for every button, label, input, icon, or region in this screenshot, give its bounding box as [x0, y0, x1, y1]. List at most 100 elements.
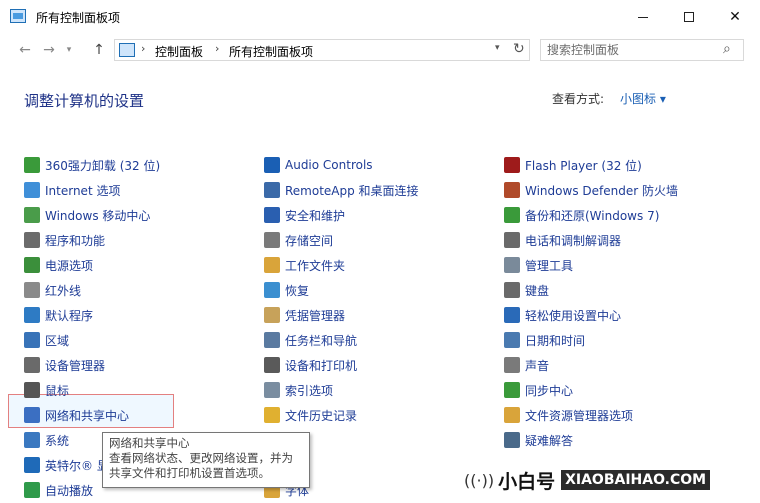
- tooltip-line: 共享文件和打印机设置首选项。: [109, 466, 270, 480]
- system-icon: [24, 432, 40, 448]
- item-label: 凭据管理器: [285, 308, 346, 323]
- flash-icon: [504, 157, 520, 173]
- item-label: 区域: [45, 333, 70, 348]
- control-panel-item[interactable]: Windows Defender 防火墙: [504, 180, 678, 200]
- credential-icon: [264, 307, 280, 323]
- search-box[interactable]: ⌕: [540, 39, 744, 61]
- close-button[interactable]: ✕: [712, 0, 758, 34]
- control-panel-item[interactable]: 管理工具: [504, 255, 573, 275]
- control-panel-item[interactable]: 日期和时间: [504, 330, 585, 350]
- item-label: Windows 移动中心: [45, 208, 151, 223]
- search-icon[interactable]: ⌕: [723, 41, 731, 57]
- hp-audio-icon: [264, 157, 280, 173]
- control-panel-item[interactable]: 轻松使用设置中心: [504, 305, 621, 325]
- item-label: 轻松使用设置中心: [525, 308, 622, 323]
- item-label: 自动播放: [45, 483, 94, 498]
- control-panel-item[interactable]: 系统: [24, 430, 69, 450]
- back-arrow-icon: ←: [19, 42, 31, 58]
- control-panel-item[interactable]: 电源选项: [24, 255, 93, 275]
- work-folders-icon: [264, 257, 280, 273]
- control-panel-item[interactable]: 默认程序: [24, 305, 93, 325]
- network-icon: [24, 407, 40, 423]
- minimize-button[interactable]: [620, 0, 666, 34]
- control-panel-item[interactable]: 红外线: [24, 280, 81, 300]
- security-flag-icon: [264, 207, 280, 223]
- tooltip-line: 查看网络状态、更改网络设置，并为: [109, 451, 293, 465]
- scrollbar[interactable]: [752, 120, 760, 500]
- explorer-options-icon: [504, 407, 520, 423]
- forward-button[interactable]: →: [38, 40, 60, 60]
- item-label: 索引选项: [285, 383, 334, 398]
- control-panel-item[interactable]: 英特尔® 显: [24, 455, 109, 475]
- control-panel-item[interactable]: 自动播放: [24, 480, 93, 500]
- control-panel-item[interactable]: 声音: [504, 355, 549, 375]
- tooltip: 网络和共享中心 查看网络状态、更改网络设置，并为 共享文件和打印机设置首选项。: [102, 432, 310, 488]
- taskbar-icon: [264, 332, 280, 348]
- back-button[interactable]: ←: [14, 40, 36, 60]
- region-icon: [24, 332, 40, 348]
- item-label: 日期和时间: [525, 333, 586, 348]
- control-panel-item[interactable]: Flash Player (32 位): [504, 155, 642, 175]
- control-panel-item[interactable]: 区域: [24, 330, 69, 350]
- item-label: 键盘: [525, 283, 550, 298]
- control-panel-item[interactable]: 鼠标: [24, 380, 69, 400]
- device-manager-icon: [24, 357, 40, 373]
- item-label: 疑难解答: [525, 433, 574, 448]
- forward-arrow-icon: →: [43, 42, 55, 58]
- item-label: 设备管理器: [45, 358, 106, 373]
- control-panel-item[interactable]: Audio Controls: [264, 155, 373, 175]
- view-by: 查看方式: 小图标 ▾: [552, 90, 666, 107]
- control-panel-item[interactable]: 存储空间: [264, 230, 333, 250]
- control-panel-item[interactable]: Windows 移动中心: [24, 205, 150, 225]
- default-programs-icon: [24, 307, 40, 323]
- control-panel-item[interactable]: 工作文件夹: [264, 255, 345, 275]
- control-panel-item[interactable]: 同步中心: [504, 380, 573, 400]
- item-label: 声音: [525, 358, 550, 373]
- item-label: Internet 选项: [45, 183, 121, 198]
- refresh-icon[interactable]: ↻: [513, 41, 525, 57]
- item-label: 存储空间: [285, 233, 334, 248]
- admin-tools-icon: [504, 257, 520, 273]
- firewall-icon: [504, 182, 520, 198]
- control-panel-item[interactable]: 设备和打印机: [264, 355, 357, 375]
- recent-locations-button[interactable]: ▾: [62, 40, 76, 60]
- control-panel-item[interactable]: 文件历史记录: [264, 405, 357, 425]
- breadcrumb-all-items[interactable]: 所有控制面板项: [229, 43, 313, 60]
- control-panel-item[interactable]: 设备管理器: [24, 355, 105, 375]
- keyboard-icon: [504, 282, 520, 298]
- up-button[interactable]: ↑: [88, 40, 110, 60]
- control-panel-item[interactable]: 恢复: [264, 280, 309, 300]
- control-panel-item[interactable]: RemoteApp 和桌面连接: [264, 180, 419, 200]
- page-heading: 调整计算机的设置: [24, 92, 145, 110]
- item-label: 系统: [45, 433, 70, 448]
- address-dropdown-icon[interactable]: ▾: [495, 43, 500, 53]
- control-panel-item[interactable]: 文件资源管理器选项: [504, 405, 633, 425]
- control-panel-item[interactable]: 索引选项: [264, 380, 333, 400]
- item-label: 网络和共享中心: [45, 408, 130, 423]
- backup-icon: [504, 207, 520, 223]
- item-label: 同步中心: [525, 383, 574, 398]
- control-panel-item[interactable]: 电话和调制解调器: [504, 230, 621, 250]
- control-panel-item[interactable]: 键盘: [504, 280, 549, 300]
- control-panel-item[interactable]: 网络和共享中心: [24, 405, 129, 425]
- address-bar[interactable]: › 控制面板 › 所有控制面板项 ▾ ↻: [114, 39, 530, 61]
- watermark-en: XIAOBAIHAO.COM: [561, 470, 711, 490]
- control-panel-item[interactable]: 程序和功能: [24, 230, 105, 250]
- control-panel-item[interactable]: 360强力卸载 (32 位): [24, 155, 160, 175]
- control-panel-item[interactable]: 任务栏和导航: [264, 330, 357, 350]
- control-panel-item[interactable]: Internet 选项: [24, 180, 120, 200]
- breadcrumb-control-panel[interactable]: 控制面板: [155, 43, 203, 60]
- maximize-button[interactable]: [666, 0, 712, 34]
- control-panel-item[interactable]: 疑难解答: [504, 430, 573, 450]
- view-by-dropdown[interactable]: 小图标 ▾: [620, 90, 666, 107]
- item-label: 电源选项: [45, 258, 94, 273]
- power-icon: [24, 257, 40, 273]
- mobility-center-icon: [24, 207, 40, 223]
- control-panel-item[interactable]: 备份和还原(Windows 7): [504, 205, 659, 225]
- file-history-icon: [264, 407, 280, 423]
- item-label: 备份和还原(Windows 7): [525, 208, 660, 223]
- search-input[interactable]: [547, 42, 717, 58]
- control-panel-item[interactable]: 凭据管理器: [264, 305, 345, 325]
- control-panel-item[interactable]: 安全和维护: [264, 205, 345, 225]
- internet-options-icon: [24, 182, 40, 198]
